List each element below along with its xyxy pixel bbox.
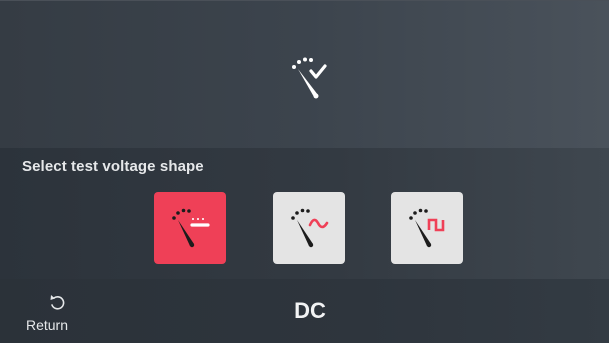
screen: Select test voltage shape Return DC [0,0,609,343]
voltage-meter-check-icon [292,57,327,99]
voltage-meter-pulse-icon [409,208,445,248]
voltage-meter-dc-icon [172,208,210,248]
voltage-shape-panel: Select test voltage shape [0,148,609,279]
footer: Return DC [0,279,609,343]
pulse-shape-button[interactable] [391,192,463,264]
selected-mode-label: DC [294,298,326,323]
header [0,0,609,149]
select-voltage-shape-label: Select test voltage shape [22,158,204,175]
return-button[interactable]: Return [22,287,92,337]
ac-shape-button[interactable] [273,192,345,264]
dc-shape-button[interactable] [154,192,226,264]
return-arrow-icon [50,295,65,310]
voltage-meter-ac-icon [291,208,329,248]
return-label: Return [25,317,69,333]
